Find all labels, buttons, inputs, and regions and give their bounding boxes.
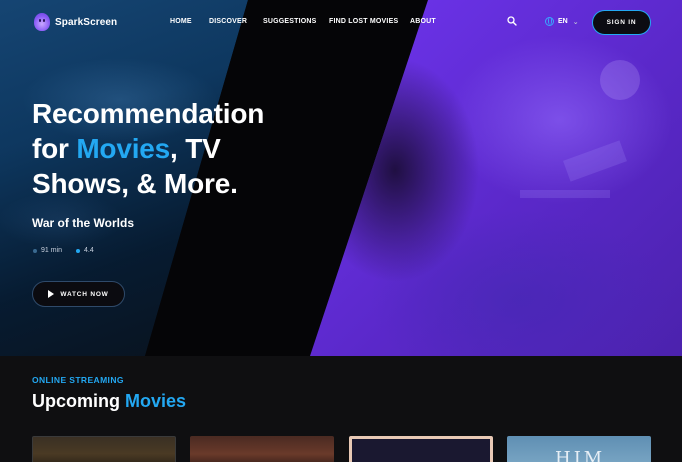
hero-title-for: for: [32, 133, 77, 164]
section-eyebrow: ONLINE STREAMING: [32, 375, 124, 385]
section-title-plain: Upcoming: [32, 391, 125, 411]
watch-now-label: WATCH NOW: [60, 290, 109, 298]
hero-banner: Recommendation for Movies, TV Shows, & M…: [0, 0, 682, 356]
language-label: EN: [558, 18, 568, 25]
search-icon[interactable]: [507, 16, 517, 26]
play-icon: [48, 290, 55, 298]
nav-find-lost-movies[interactable]: FIND LOST MOVIES: [329, 18, 398, 25]
nav-discover[interactable]: DISCOVER: [209, 18, 247, 25]
nav-suggestions[interactable]: SUGGESTIONS: [263, 18, 317, 25]
watch-now-button[interactable]: WATCH NOW: [32, 281, 125, 307]
section-title-accent: Movies: [125, 391, 187, 411]
hero-title: Recommendation for Movies, TV Shows, & M…: [32, 96, 332, 201]
movie-card[interactable]: HIM: [507, 436, 651, 462]
chevron-down-icon: ⌄: [572, 18, 579, 26]
star-icon: [76, 248, 81, 253]
globe-icon: [545, 17, 554, 26]
movie-card[interactable]: [349, 436, 493, 462]
hero-title-rest: , TV: [170, 133, 221, 164]
nav-links: HOME DISCOVER SUGGESTIONS FIND LOST MOVI…: [0, 18, 682, 28]
top-nav: SparkScreen HOME DISCOVER SUGGESTIONS FI…: [0, 0, 682, 45]
upcoming-section: ONLINE STREAMING Upcoming Movies HIM: [0, 356, 682, 462]
nav-home[interactable]: HOME: [170, 18, 192, 25]
hero-title-line1: Recommendation: [32, 98, 265, 129]
movie-card-title: HIM: [555, 448, 606, 462]
hero-title-line3: Shows, & More.: [32, 168, 238, 199]
clock-icon: [33, 248, 37, 253]
movie-title: War of the Worlds: [32, 216, 134, 230]
sign-in-button[interactable]: SIGN IN: [592, 10, 651, 35]
nav-about[interactable]: ABOUT: [410, 18, 436, 25]
hero-title-accent: Movies: [76, 133, 171, 164]
movie-meta: 91 min 4.4: [33, 247, 94, 254]
movie-card[interactable]: [32, 436, 176, 462]
movie-card[interactable]: [190, 436, 334, 462]
duration: 91 min: [33, 247, 62, 254]
hero-title-line2: for Movies, TV: [32, 131, 332, 166]
language-selector[interactable]: EN ⌄: [545, 17, 579, 26]
section-title: Upcoming Movies: [32, 391, 186, 412]
rating-text: 4.4: [84, 247, 94, 254]
duration-text: 91 min: [41, 247, 63, 254]
rating: 4.4: [76, 247, 94, 254]
